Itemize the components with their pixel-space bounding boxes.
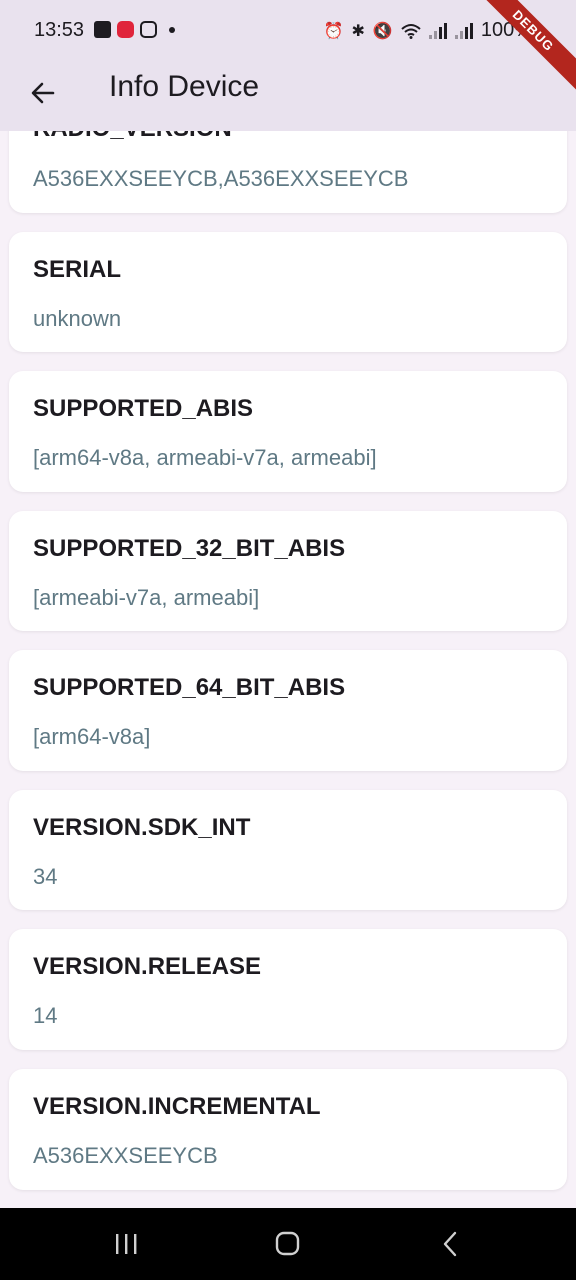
- app-notification-icon: [117, 21, 134, 38]
- recents-button[interactable]: [106, 1228, 146, 1260]
- list-item: VERSION.SDK_INT 34: [9, 790, 567, 910]
- list-item: SUPPORTED_64_BIT_ABIS [arm64-v8a]: [9, 650, 567, 771]
- app-bar: Info Device: [0, 62, 576, 131]
- system-icons: ⏰ ✱ 🔇 100%: [324, 19, 532, 42]
- item-value: A536EXXSEEYCB,A536EXXSEEYCB: [33, 166, 409, 191]
- list-item: RADIO_VERSION A536EXXSEEYCB,A536EXXSEEYC…: [9, 131, 567, 213]
- item-value: [arm64-v8a, armeabi-v7a, armeabi]: [33, 445, 377, 470]
- nav-back-button[interactable]: [428, 1228, 468, 1260]
- list-item: VERSION.RELEASE 14: [9, 929, 567, 1050]
- wifi-icon: [401, 23, 421, 39]
- item-title: SERIAL: [33, 256, 122, 283]
- item-title: SUPPORTED_64_BIT_ABIS: [33, 674, 346, 701]
- item-value: unknown: [33, 306, 122, 331]
- instagram-icon: [140, 21, 157, 38]
- back-icon: [443, 1231, 457, 1257]
- item-value: 34: [33, 864, 58, 889]
- item-value: A536EXXSEEYCB: [33, 1143, 218, 1168]
- bluetooth-icon: ✱: [351, 22, 365, 40]
- item-title: VERSION.RELEASE: [33, 953, 262, 980]
- system-nav-bar: [0, 1208, 576, 1280]
- item-title: VERSION.SDK_INT: [33, 814, 251, 841]
- list-item: SUPPORTED_32_BIT_ABIS [armeabi-v7a, arme…: [9, 511, 567, 631]
- notification-icons: [94, 21, 175, 38]
- item-value: [arm64-v8a]: [33, 724, 151, 749]
- signal-icon: [428, 22, 447, 39]
- mute-icon: 🔇: [372, 22, 393, 40]
- item-title: SUPPORTED_ABIS: [33, 395, 254, 422]
- list-item: SERIAL unknown: [9, 232, 567, 352]
- item-title: VERSION.INCREMENTAL: [33, 1093, 321, 1120]
- item-title: SUPPORTED_32_BIT_ABIS: [33, 535, 346, 562]
- list-item: VERSION.INCREMENTAL A536EXXSEEYCB: [9, 1069, 567, 1190]
- item-title: RADIO_VERSION: [33, 131, 232, 143]
- page-title: Info Device: [109, 70, 260, 103]
- arrow-back-icon: [31, 82, 55, 104]
- status-bar: 13:53 ⏰ ✱ 🔇 100%: [0, 0, 576, 62]
- item-value: [armeabi-v7a, armeabi]: [33, 585, 260, 610]
- alarm-icon: ⏰: [323, 22, 344, 40]
- item-value: 14: [33, 1003, 58, 1028]
- device-info-list[interactable]: RADIO_VERSION A536EXXSEEYCB,A536EXXSEEYC…: [0, 131, 576, 1208]
- signal-icon: [454, 22, 473, 39]
- recents-icon: [116, 1234, 137, 1254]
- home-icon: [275, 1231, 300, 1256]
- home-button[interactable]: [267, 1228, 307, 1260]
- gallery-icon: [94, 21, 111, 38]
- back-button[interactable]: [22, 72, 64, 114]
- status-time: 13:53: [34, 19, 85, 41]
- dot-icon: [169, 26, 175, 33]
- list-item: SUPPORTED_ABIS [arm64-v8a, armeabi-v7a, …: [9, 371, 567, 492]
